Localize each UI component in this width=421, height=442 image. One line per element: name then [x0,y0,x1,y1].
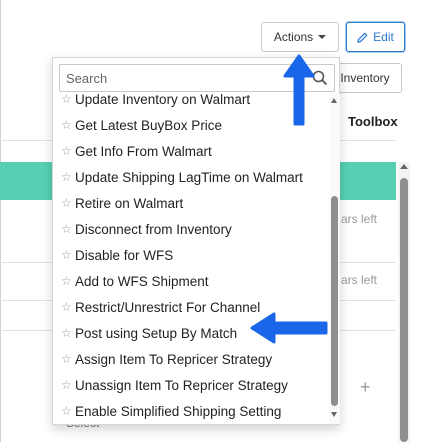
star-icon[interactable]: ☆ [61,222,75,236]
menu-item-label: Post using Setup By Match [75,325,238,341]
menu-item-label: Assign Item To Repricer Strategy [75,351,273,367]
menu-item-label: Get Latest BuyBox Price [75,117,223,133]
star-icon[interactable]: ☆ [61,196,75,210]
menu-item-label: Get Info From Walmart [75,143,212,159]
menu-item-label: Restrict/Unrestrict For Channel [75,299,261,315]
star-icon[interactable]: ☆ [61,274,75,288]
add-icon[interactable]: + [360,377,371,398]
edit-label: Edit [373,30,394,44]
pencil-icon [357,32,368,43]
dropdown-list: ☆ Update Inventory on Walmart ☆ Get Latest … [53,94,329,424]
menu-item[interactable]: ☆ Disconnect from Inventory [53,216,329,242]
star-icon[interactable]: ☆ [61,144,75,158]
star-icon[interactable]: ☆ [61,94,75,106]
menu-item-label: Enable Simplified Shipping Setting [75,403,282,419]
page-scrollbar-thumb[interactable] [400,178,408,442]
menu-item-label: Add to WFS Shipment [75,273,209,289]
menu-item[interactable]: ☆ Disable for WFS [53,242,329,268]
star-icon[interactable]: ☆ [61,378,75,392]
caret-down-icon [318,35,327,39]
menu-item[interactable]: ☆ Add to WFS Shipment [53,268,329,294]
time-left-text: ars left [341,273,378,287]
edit-button[interactable]: Edit [346,22,405,52]
menu-item-label: Disconnect from Inventory [75,221,232,237]
menu-item-label: Update Inventory on Walmart [75,94,251,107]
menu-item[interactable]: ☆ Enable Simplified Shipping Setting [53,398,329,424]
menu-item[interactable]: ☆ Restrict/Unrestrict For Channel [53,294,329,320]
menu-item[interactable]: ☆ Post using Setup By Match [53,320,329,346]
star-icon[interactable]: ☆ [61,118,75,132]
actions-button[interactable]: Actions [261,22,339,52]
actions-dropdown-menu: ☆Update Inventory on Walmart☆Get Latest … [52,57,340,425]
dropdown-scrollbar-thumb[interactable] [331,196,338,406]
menu-item[interactable]: ☆ Get Info From Walmart [53,138,329,164]
search-icon [312,70,328,86]
star-icon[interactable]: ☆ [61,326,75,340]
menu-item-label: Disable for WFS [75,247,174,263]
menu-item[interactable]: ☆ Get Latest BuyBox Price [53,112,329,138]
star-icon[interactable]: ☆ [61,352,75,366]
toolbox-column-header: Toolbox [348,114,398,129]
star-icon[interactable]: ☆ [61,170,75,184]
scroll-up-icon[interactable] [331,98,337,103]
menu-item-label: Update Shipping LagTime on Walmart [75,169,303,185]
menu-item-label: Retire on Walmart [75,195,184,211]
actions-label: Actions [273,30,314,44]
search-box [59,64,335,92]
inventory-label: Inventory [340,71,390,85]
menu-item[interactable]: ☆ Unassign Item To Repricer Strategy [53,372,329,398]
menu-item-label: Unassign Item To Repricer Strategy [75,377,288,393]
time-left-text: ars left [341,212,378,226]
menu-item[interactable]: ☆ Update Inventory on Walmart [53,94,329,112]
star-icon[interactable]: ☆ [61,300,75,314]
search-input[interactable] [60,65,300,91]
menu-item[interactable]: ☆ Retire on Walmart [53,190,329,216]
menu-item[interactable]: ☆ Assign Item To Repricer Strategy [53,346,329,372]
star-icon[interactable]: ☆ [61,248,75,262]
star-icon[interactable]: ☆ [61,404,75,418]
menu-item[interactable]: ☆ Update Shipping LagTime on Walmart [53,164,329,190]
scroll-down-icon[interactable] [331,412,337,417]
scroll-up-icon[interactable] [400,164,408,169]
